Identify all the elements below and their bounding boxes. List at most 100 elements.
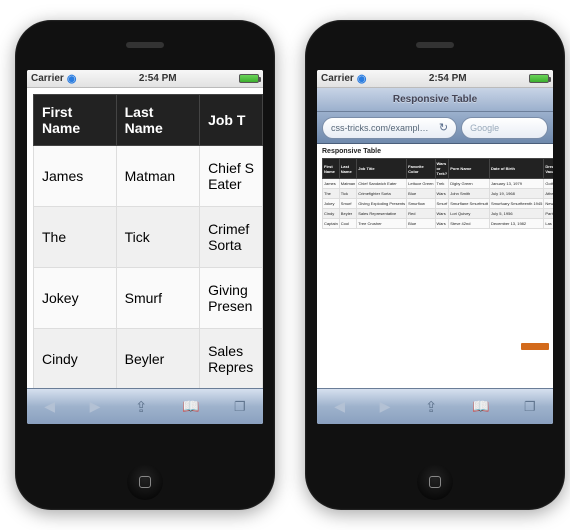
back-button[interactable]: ◀ [334, 398, 345, 415]
table-header: First Name [34, 95, 117, 146]
table-cell: Smurfuary Smurfteenth 1945 [490, 199, 544, 209]
table-cell: The [34, 207, 117, 268]
screen-left: Carrier ◉ 2:54 PM First NameLast NameJob… [27, 70, 263, 424]
table-cell: Las Vegas [544, 219, 553, 229]
reload-icon[interactable]: ↻ [439, 121, 448, 134]
table-cell: Steve 42nd [449, 219, 490, 229]
home-button[interactable] [127, 464, 163, 500]
table-cell: Blue [407, 189, 435, 199]
table-cell: Wars [435, 189, 449, 199]
home-button[interactable] [417, 464, 453, 500]
table-header: Job T [200, 95, 263, 146]
url-field[interactable]: css-tricks.com/exampl… ↻ [322, 117, 457, 139]
table-cell: December 13, 1982 [490, 219, 544, 229]
carrier-label: Carrier [31, 73, 64, 84]
safari-urlbar: css-tricks.com/exampl… ↻ Google [317, 112, 553, 144]
carrier-label: Carrier [321, 73, 354, 84]
wifi-icon: ◉ [357, 72, 367, 85]
table-cell: The [323, 189, 340, 199]
data-table-zoomed: First NameLast NameJob T JamesMatmanChie… [33, 94, 263, 388]
table-cell: Chief SEater [200, 146, 263, 207]
table-cell: Beyler [116, 329, 199, 389]
table-cell: New Smurf City [544, 199, 553, 209]
safari-toolbar: ◀ ▶ ⇪ 📖 ❐ [27, 388, 263, 424]
table-cell: Smurf [435, 199, 449, 209]
clock-label: 2:54 PM [429, 73, 467, 84]
share-button[interactable]: ⇪ [425, 398, 438, 416]
tabs-button[interactable]: ❐ [234, 399, 246, 415]
table-row: JamesMatmanChief Sandwich EaterLettuce G… [323, 179, 554, 189]
table-cell: GivingPresen [200, 268, 263, 329]
table-cell: Cool [339, 219, 356, 229]
table-header: Date of Birth [490, 159, 544, 179]
forward-button[interactable]: ▶ [90, 398, 101, 415]
iphone-device-left: Carrier ◉ 2:54 PM First NameLast NameJob… [15, 20, 275, 510]
table-cell: Wars [435, 219, 449, 229]
table-row: TheTickCrimefighter SortaBlueWarsJohn Sm… [323, 189, 554, 199]
table-cell: John Smith [449, 189, 490, 199]
table-row: CindyBeylerSalesRepres [34, 329, 263, 389]
webview-content-right[interactable]: Responsive Table First NameLast NameJob … [317, 144, 553, 388]
clock-label: 2:54 PM [139, 73, 177, 84]
forward-button[interactable]: ▶ [380, 398, 391, 415]
bookmarks-button[interactable]: 📖 [182, 398, 199, 415]
css-tricks-badge [521, 343, 549, 350]
safari-titlebar: Responsive Table [317, 88, 553, 112]
battery-icon [529, 74, 549, 83]
table-cell: Tree Crusher [357, 219, 407, 229]
table-cell: Athens [544, 189, 553, 199]
table-cell: Cindy [34, 329, 117, 389]
table-cell: Chief Sandwich Eater [357, 179, 407, 189]
table-cell: Blue [407, 219, 435, 229]
back-button[interactable]: ◀ [44, 398, 55, 415]
table-header: Last Name [116, 95, 199, 146]
table-cell: Lori Quivey [449, 209, 490, 219]
table-cell: Captain [323, 219, 340, 229]
table-cell: James [34, 146, 117, 207]
table-header: Favorite Color [407, 159, 435, 179]
page-title: Responsive Table [393, 94, 477, 105]
table-cell: Jokey [323, 199, 340, 209]
table-cell: July 19, 1968 [490, 189, 544, 199]
wifi-icon: ◉ [67, 72, 77, 85]
status-bar: Carrier ◉ 2:54 PM [27, 70, 263, 88]
table-cell: Jokey [34, 268, 117, 329]
table-cell: July 5, 1956 [490, 209, 544, 219]
table-header: Porn Name [449, 159, 490, 179]
table-row: CindyBeylerSales RepresentativeRedWarsLo… [323, 209, 554, 219]
url-text: css-tricks.com/exampl… [331, 123, 429, 133]
table-cell: Beyler [339, 209, 356, 219]
table-cell: Crimefighter Sorta [357, 189, 407, 199]
share-button[interactable]: ⇪ [135, 398, 148, 416]
table-cell: Smurf [339, 199, 356, 209]
table-header: Job Title [357, 159, 407, 179]
table-cell: Matman [116, 146, 199, 207]
table-cell: Matman [339, 179, 356, 189]
tabs-button[interactable]: ❐ [524, 399, 536, 415]
table-cell: Wars [435, 209, 449, 219]
table-cell: Sales Representative [357, 209, 407, 219]
table-cell: Cindy [323, 209, 340, 219]
safari-toolbar: ◀ ▶ ⇪ 📖 ❐ [317, 388, 553, 424]
earpiece [126, 42, 164, 48]
data-table-full: First NameLast NameJob TitleFavorite Col… [322, 158, 553, 229]
table-cell: Paris [544, 209, 553, 219]
table-cell: James [323, 179, 340, 189]
page-heading: Responsive Table [322, 148, 548, 155]
earpiece [416, 42, 454, 48]
table-cell: Tick [339, 189, 356, 199]
table-cell: SalesRepres [200, 329, 263, 389]
table-cell: Smurflane Smurfmutt [449, 199, 490, 209]
status-bar: Carrier ◉ 2:54 PM [317, 70, 553, 88]
bookmarks-button[interactable]: 📖 [472, 398, 489, 415]
search-field[interactable]: Google [461, 117, 548, 139]
table-row: CaptainCoolTree CrusherBlueWarsSteve 42n… [323, 219, 554, 229]
table-row: JokeySmurfGivingPresen [34, 268, 263, 329]
table-row: TheTickCrimefSorta [34, 207, 263, 268]
webview-content-left[interactable]: First NameLast NameJob T JamesMatmanChie… [27, 88, 263, 388]
table-header: Dream Vacation City [544, 159, 553, 179]
table-cell: Trek [435, 179, 449, 189]
iphone-device-right: Carrier ◉ 2:54 PM Responsive Table css-t… [305, 20, 565, 510]
table-cell: Digby Green [449, 179, 490, 189]
table-cell: Tick [116, 207, 199, 268]
